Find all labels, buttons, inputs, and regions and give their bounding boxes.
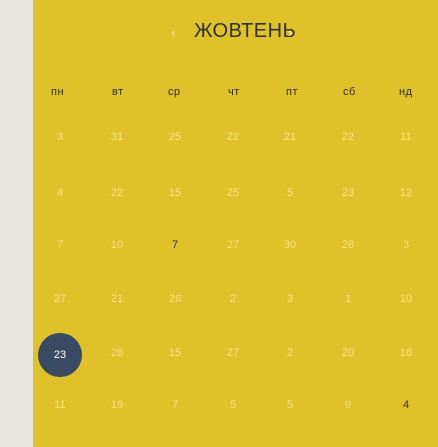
day-cell[interactable]: 25 (211, 182, 255, 204)
day-cell[interactable]: 5 (268, 182, 312, 204)
day-cell[interactable]: 1 (326, 288, 370, 310)
day-cell[interactable]: 7 (153, 394, 197, 416)
day-cell[interactable]: 4 (38, 182, 82, 204)
selected-day[interactable]: 23 (38, 333, 82, 377)
day-cell[interactable]: 15 (153, 182, 197, 204)
day-cell[interactable]: 10 (384, 288, 428, 310)
day-cell[interactable]: 30 (268, 234, 312, 256)
day-cell[interactable]: 5 (211, 394, 255, 416)
left-panel-edge (0, 0, 33, 447)
day-cell[interactable]: 3 (268, 288, 312, 310)
day-cell[interactable]: 23 (326, 182, 370, 204)
day-cell[interactable]: 27 (211, 342, 255, 364)
day-cell[interactable]: 15 (153, 342, 197, 364)
day-cell-current[interactable]: 7 (153, 234, 197, 256)
day-cell[interactable]: 11 (38, 394, 82, 416)
day-cell[interactable]: 2 (211, 288, 255, 310)
day-cell[interactable]: 2 (268, 342, 312, 364)
weekday-sat: сб (343, 86, 356, 98)
day-cell[interactable]: 22 (95, 182, 139, 204)
day-cell[interactable]: 25 (153, 126, 197, 148)
day-cell[interactable]: 20 (326, 342, 370, 364)
day-cell[interactable]: 26 (153, 288, 197, 310)
day-cell[interactable]: 27 (211, 234, 255, 256)
day-cell[interactable]: 19 (95, 394, 139, 416)
day-cell[interactable]: 22 (211, 126, 255, 148)
day-cell[interactable]: 7 (38, 234, 82, 256)
day-cell[interactable]: 3 (384, 234, 428, 256)
month-title: ЖОВТЕНЬ (194, 20, 297, 42)
day-cell[interactable]: 16 (384, 342, 428, 364)
calendar-header: ‹ ЖОВТЕНЬ › (0, 20, 438, 48)
previous-month-button[interactable]: ‹ (171, 24, 176, 40)
day-cell[interactable]: 28 (95, 342, 139, 364)
day-cell[interactable]: 3 (38, 126, 82, 148)
day-cell[interactable]: 9 (326, 394, 370, 416)
day-cell[interactable]: 10 (95, 234, 139, 256)
day-cell[interactable]: 31 (95, 126, 139, 148)
day-cell[interactable]: 27 (38, 288, 82, 310)
day-cell[interactable]: 4 (384, 394, 428, 416)
weekday-tue: вт (112, 86, 124, 98)
weekday-fri: пт (286, 86, 298, 98)
weekday-mon: пн (51, 86, 65, 98)
weekday-sun: нд (399, 86, 413, 98)
day-cell[interactable]: 28 (326, 234, 370, 256)
day-cell[interactable]: 21 (268, 126, 312, 148)
day-cell[interactable]: 11 (384, 126, 428, 148)
weekday-thu: чт (228, 86, 240, 98)
day-cell[interactable]: 21 (95, 288, 139, 310)
next-month-button[interactable]: › (288, 24, 293, 40)
day-cell[interactable]: 22 (326, 126, 370, 148)
day-cell[interactable]: 5 (268, 394, 312, 416)
weekday-wed: ср (168, 86, 181, 98)
day-cell[interactable]: 12 (384, 182, 428, 204)
